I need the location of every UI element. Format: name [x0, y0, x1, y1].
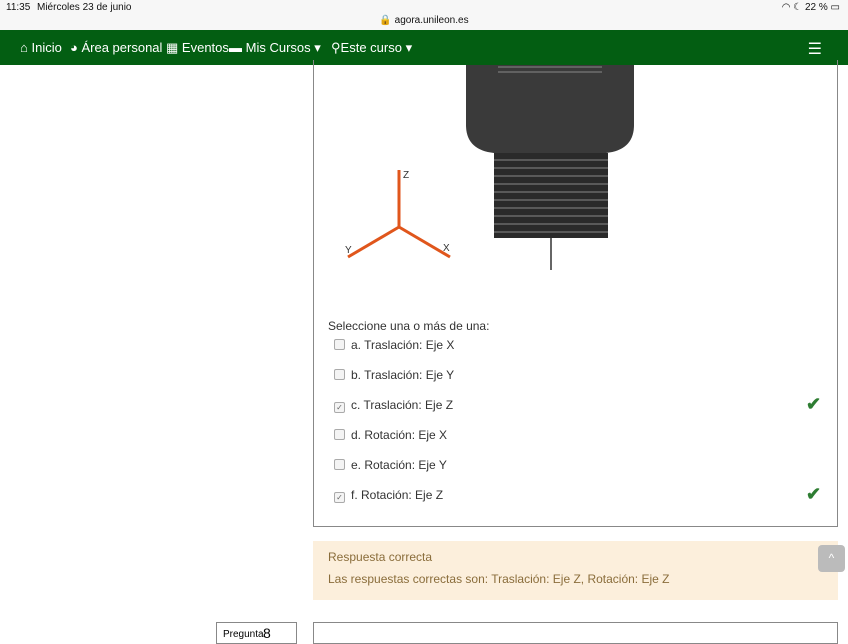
option-label: e. Rotación: Eje Y [351, 458, 447, 472]
sitemap-icon: ⚲ [331, 40, 341, 55]
question-number: 8 [263, 625, 271, 641]
nav-area-personal[interactable]: ◕ Área personal [70, 40, 162, 55]
nav-label: Inicio [31, 40, 62, 55]
battery-icon: ▭ [830, 2, 840, 13]
y-label: Y [345, 245, 352, 256]
feedback-text: Las respuestas correctas son: Traslación… [328, 572, 670, 586]
answer-option[interactable]: a. Traslación: Eje X [334, 338, 454, 352]
calendar-icon: ▦ [166, 40, 179, 55]
question-info-box: Pregunta 8 [216, 622, 297, 644]
lock-icon: 🔒 [379, 15, 392, 26]
answer-option[interactable]: b. Traslación: Eje Y [334, 368, 454, 382]
question-prompt: Seleccione una o más de una: [328, 319, 490, 333]
date: Miércoles 23 de junio [37, 2, 132, 13]
answer-option[interactable]: ✓ c. Traslación: Eje Z [334, 398, 453, 413]
nav-este-curso[interactable]: ⚲Este curso ▾ [331, 40, 412, 56]
nav-label: Este curso [340, 40, 402, 55]
y-axis [347, 225, 400, 259]
checkbox[interactable]: ✓ [334, 492, 345, 503]
menu-toggle-icon[interactable]: ☰ [808, 39, 822, 59]
answer-option[interactable]: e. Rotación: Eje Y [334, 458, 447, 472]
answer-option[interactable]: d. Rotación: Eje X [334, 428, 447, 442]
home-icon: ⌂ [20, 40, 28, 55]
z-label: Z [403, 170, 409, 181]
nav-label: Mis Cursos [245, 40, 311, 55]
option-label: f. Rotación: Eje Z [351, 488, 444, 502]
question-label: Pregunta [223, 629, 264, 640]
option-label: b. Traslación: Eje Y [351, 368, 455, 382]
correct-check-icon: ✔ [806, 484, 822, 504]
axes-diagram: Z Y X [345, 170, 451, 259]
option-label: a. Traslación: Eje X [351, 338, 455, 352]
nav-mis-cursos[interactable]: ▬ Mis Cursos ▾ [229, 40, 321, 56]
status-bar: 11:35 Miércoles 23 de junio 🔒 agora.unil… [0, 0, 848, 30]
answer-option[interactable]: ✓ f. Rotación: Eje Z [334, 488, 443, 503]
nav-inicio[interactable]: ⌂ Inicio [20, 40, 62, 55]
briefcase-icon: ▬ [229, 40, 242, 55]
scroll-to-top-button[interactable]: ^ [818, 545, 845, 572]
battery-level: 22 % [804, 2, 828, 13]
time: 11:35 [6, 2, 31, 13]
nav-label: Área personal [81, 40, 163, 55]
dashboard-icon: ◕ [70, 40, 78, 55]
wifi-icon: ◠ [781, 2, 791, 13]
checkbox[interactable] [334, 429, 345, 440]
correct-check-icon: ✔ [806, 394, 822, 414]
option-label: d. Rotación: Eje X [351, 428, 448, 442]
moon-icon: ☾ [793, 2, 803, 13]
checkbox[interactable]: ✓ [334, 402, 345, 413]
checkbox[interactable] [334, 369, 345, 380]
checkbox[interactable] [334, 339, 345, 350]
caret-down-icon: ▾ [314, 40, 321, 55]
bolt-image [466, 65, 634, 270]
nav-label: Eventos [181, 40, 229, 55]
next-question-box [313, 622, 838, 644]
url: agora.unileon.es [394, 15, 469, 26]
feedback-box: Respuesta correcta Las respuestas correc… [313, 541, 838, 600]
status-icons: ◠ ☾ 22 % ▭ [782, 2, 840, 13]
address-bar[interactable]: 🔒 agora.unileon.es [0, 15, 848, 26]
feedback-title: Respuesta correcta [328, 550, 433, 564]
x-label: X [443, 243, 450, 254]
nav-eventos[interactable]: ▦ Eventos [166, 40, 229, 56]
caret-down-icon: ▾ [405, 40, 413, 55]
checkbox[interactable] [334, 459, 345, 470]
option-label: c. Traslación: Eje Z [351, 398, 454, 412]
